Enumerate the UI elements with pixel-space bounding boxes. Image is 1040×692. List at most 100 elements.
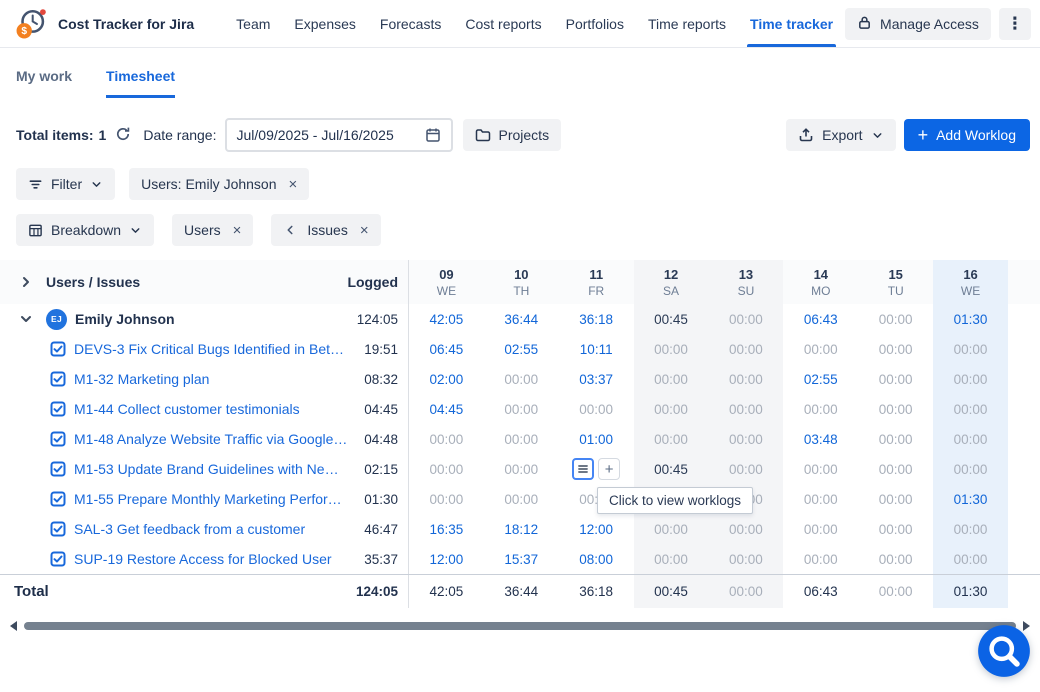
timesheet-cell[interactable]: 03:37 (559, 364, 634, 394)
timesheet-cell[interactable]: 00:00 (484, 394, 559, 424)
timesheet-cell[interactable]: 00:00 (634, 424, 709, 454)
timesheet-cell[interactable]: 02:55 (783, 364, 858, 394)
timesheet-cell[interactable]: 00:00 (783, 484, 858, 514)
timesheet-cell[interactable]: 00:00 (559, 394, 634, 424)
issue-link[interactable]: M1-44 Collect customer testimonials (74, 401, 300, 417)
timesheet-cell[interactable]: 00:00 (933, 514, 1008, 544)
timesheet-cell[interactable]: 00:00 (858, 484, 933, 514)
timesheet-cell[interactable]: 00:45 (634, 304, 709, 334)
remove-users-breakdown-button[interactable]: × (231, 223, 244, 238)
timesheet-cell[interactable]: 03:48 (783, 424, 858, 454)
timesheet-cell[interactable]: 00:00 (783, 454, 858, 484)
export-button[interactable]: Export (786, 119, 895, 151)
date-range-input[interactable]: Jul/09/2025 - Jul/16/2025 (225, 118, 453, 152)
timesheet-cell[interactable]: 00:00 (783, 334, 858, 364)
filter-button[interactable]: Filter (16, 168, 115, 200)
timesheet-cell[interactable]: 00:00 (409, 484, 484, 514)
view-worklogs-button[interactable] (572, 458, 594, 480)
collapse-user-button[interactable] (14, 307, 38, 331)
timesheet-cell[interactable]: 02:00 (409, 364, 484, 394)
timesheet-cell[interactable]: 15:37 (484, 544, 559, 574)
timesheet-cell[interactable]: 00:00 (484, 364, 559, 394)
timesheet-cell[interactable]: 00:00 (783, 544, 858, 574)
tab-my-work[interactable]: My work (16, 68, 72, 98)
timesheet-cell[interactable]: 00:00 (933, 454, 1008, 484)
expand-all-button[interactable] (14, 270, 38, 294)
timesheet-cell[interactable]: 00:00 (634, 364, 709, 394)
nav-cost-reports[interactable]: Cost reports (453, 0, 553, 47)
timesheet-cell[interactable]: 00:00 (484, 484, 559, 514)
scrollbar-track[interactable] (19, 622, 1021, 630)
timesheet-cell[interactable]: 00:00 (783, 514, 858, 544)
timesheet-cell[interactable]: 00:00 (933, 364, 1008, 394)
issue-link[interactable]: M1-32 Marketing plan (74, 371, 209, 387)
timesheet-cell[interactable]: 18:12 (484, 514, 559, 544)
nav-portfolios[interactable]: Portfolios (554, 0, 636, 47)
add-worklog-cell-button[interactable]: + (598, 458, 620, 480)
timesheet-cell[interactable]: 06:43 (783, 304, 858, 334)
help-widget-button[interactable] (977, 624, 1031, 678)
timesheet-cell[interactable]: 08:00 (559, 544, 634, 574)
timesheet-cell[interactable]: 00:00 (484, 424, 559, 454)
timesheet-cell[interactable]: 00:00 (634, 394, 709, 424)
nav-forecasts[interactable]: Forecasts (368, 0, 453, 47)
timesheet-cell[interactable]: 00:00 (709, 334, 784, 364)
projects-button[interactable]: Projects (463, 119, 562, 151)
timesheet-cell[interactable]: 36:18 (559, 304, 634, 334)
timesheet-cell[interactable]: 00:00 (858, 304, 933, 334)
timesheet-cell[interactable]: 00:00 (709, 394, 784, 424)
timesheet-cell[interactable]: 00:00 (858, 544, 933, 574)
timesheet-cell[interactable]: 00:00 (858, 424, 933, 454)
timesheet-cell[interactable]: 00:00 (634, 544, 709, 574)
timesheet-cell[interactable]: 00:00 (858, 364, 933, 394)
timesheet-cell[interactable]: 00:45 (634, 454, 709, 484)
timesheet-cell[interactable]: 00:00 (409, 454, 484, 484)
timesheet-cell[interactable]: 10:11 (559, 334, 634, 364)
timesheet-cell[interactable]: 00:00 (709, 544, 784, 574)
timesheet-cell[interactable]: 00:00 (858, 394, 933, 424)
issue-link[interactable]: M1-53 Update Brand Guidelines with New V… (74, 461, 348, 477)
timesheet-cell[interactable]: 00:00 (933, 334, 1008, 364)
nav-time-tracker[interactable]: Time tracker (738, 0, 845, 47)
scrollbar-thumb[interactable] (24, 622, 1016, 630)
add-worklog-button[interactable]: + Add Worklog (904, 119, 1030, 151)
timesheet-cell[interactable]: 01:00 (559, 424, 634, 454)
nav-expenses[interactable]: Expenses (282, 0, 367, 47)
timesheet-cell[interactable]: 12:00 (409, 544, 484, 574)
remove-users-filter-button[interactable]: × (287, 177, 300, 192)
timesheet-cell[interactable]: 00:00 (709, 424, 784, 454)
breakdown-button[interactable]: Breakdown (16, 214, 154, 246)
timesheet-cell[interactable]: 04:45 (409, 394, 484, 424)
timesheet-cell[interactable]: 00:00 (409, 424, 484, 454)
timesheet-cell[interactable]: 00:00 (933, 544, 1008, 574)
timesheet-cell[interactable]: 00:00 (709, 454, 784, 484)
issue-link[interactable]: M1-48 Analyze Website Traffic via Google… (74, 431, 348, 447)
manage-access-button[interactable]: Manage Access (845, 8, 991, 40)
timesheet-cell[interactable]: 00:00 (709, 304, 784, 334)
refresh-button[interactable] (111, 122, 135, 149)
issue-link[interactable]: SUP-19 Restore Access for Blocked User (74, 551, 332, 567)
nav-team[interactable]: Team (224, 0, 282, 47)
timesheet-cell[interactable]: 00:00 (709, 364, 784, 394)
timesheet-cell[interactable]: 00:00 (858, 514, 933, 544)
timesheet-cell[interactable]: 00:00 (858, 334, 933, 364)
timesheet-cell[interactable]: 00:00 (933, 424, 1008, 454)
timesheet-cell[interactable]: 16:35 (409, 514, 484, 544)
issue-link[interactable]: M1-55 Prepare Monthly Marketing Performa… (74, 491, 348, 507)
issue-link[interactable]: DEVS-3 Fix Critical Bugs Identified in B… (74, 341, 348, 357)
timesheet-cell[interactable]: 01:30 (933, 304, 1008, 334)
timesheet-cell[interactable]: 02:55 (484, 334, 559, 364)
scroll-left-arrow[interactable] (10, 621, 17, 631)
timesheet-cell[interactable]: 36:44 (484, 304, 559, 334)
move-issues-left-button[interactable] (283, 223, 297, 237)
issue-link[interactable]: SAL-3 Get feedback from a customer (74, 521, 305, 537)
remove-issues-breakdown-button[interactable]: × (358, 223, 371, 238)
timesheet-cell[interactable]: 01:30 (933, 484, 1008, 514)
timesheet-cell[interactable]: 00:00 (858, 454, 933, 484)
timesheet-cell[interactable]: 42:05 (409, 304, 484, 334)
timesheet-cell[interactable]: 00:00 (709, 514, 784, 544)
timesheet-cell[interactable]: 00:00 (484, 454, 559, 484)
timesheet-cell[interactable]: 00:00 (933, 394, 1008, 424)
timesheet-cell[interactable]: 06:45 (409, 334, 484, 364)
more-menu-button[interactable]: ⋮ (999, 8, 1031, 40)
